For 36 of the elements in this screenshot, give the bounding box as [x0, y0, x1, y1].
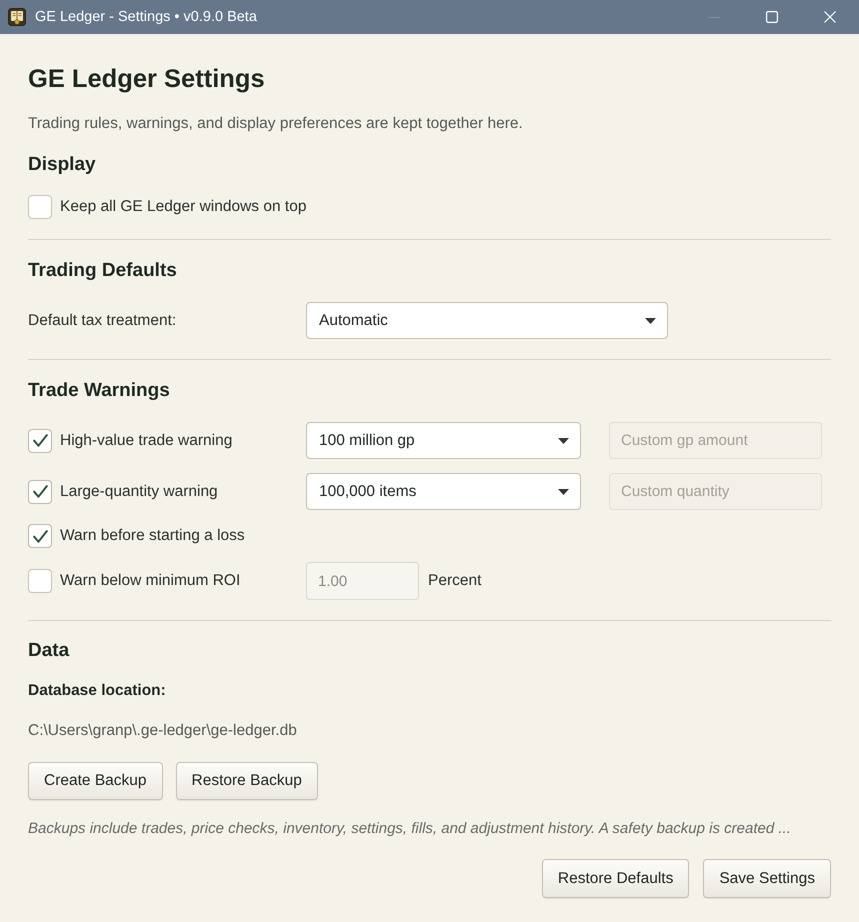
section-heading: Data	[28, 639, 70, 663]
save-settings-button[interactable]: Save Settings	[703, 859, 831, 898]
page-subtitle: Trading rules, warnings, and display preferences are kept together here.	[28, 114, 523, 134]
backup-note: Backups include trades, price checks, inventory, settings, fills, and adjustment history. A safety backup is created ...	[28, 819, 791, 839]
field-label: Default tax treatment:	[28, 310, 176, 330]
dropdown[interactable]: 100 million gp	[306, 422, 581, 459]
unit-label: Percent	[428, 572, 482, 590]
checkbox[interactable]	[28, 524, 52, 548]
database-path: C:\Users\granp\.ge-ledger\ge-ledger.db	[28, 721, 297, 741]
option-label: Warn below minimum ROI	[60, 571, 240, 591]
option-label: Keep all GE Ledger windows on top	[60, 197, 306, 217]
option-label: Large-quantity warning	[60, 482, 218, 502]
caret-down-icon	[645, 318, 656, 324]
field-label: Database location:	[28, 681, 166, 701]
checkbox[interactable]	[28, 428, 52, 452]
option-label: High-value trade warning	[60, 430, 232, 450]
window-title: GE Ledger - Settings • v0.9.0 Beta	[35, 9, 257, 25]
restore-defaults-button[interactable]: Restore Defaults	[542, 859, 690, 898]
caret-down-icon	[558, 488, 569, 494]
create-backup-button[interactable]: Create Backup	[28, 762, 163, 800]
dropdown[interactable]: 100,000 items	[306, 473, 581, 510]
option-label: Warn before starting a loss	[60, 526, 245, 546]
ledger-book-icon	[8, 8, 26, 26]
section-heading: Trading Defaults	[28, 259, 177, 283]
page-title: GE Ledger Settings	[28, 64, 265, 94]
dropdown[interactable]: Automatic	[306, 302, 668, 339]
checkmark-icon	[32, 485, 48, 498]
checkmark-icon	[32, 434, 48, 447]
section-heading: Display	[28, 153, 96, 177]
checkbox[interactable]	[28, 569, 52, 593]
checkbox[interactable]	[28, 195, 52, 219]
section-heading: Trade Warnings	[28, 379, 170, 403]
restore-backup-button[interactable]: Restore Backup	[176, 762, 318, 800]
checkmark-icon	[32, 530, 48, 542]
checkbox[interactable]	[28, 480, 52, 504]
caret-down-icon	[558, 438, 569, 444]
